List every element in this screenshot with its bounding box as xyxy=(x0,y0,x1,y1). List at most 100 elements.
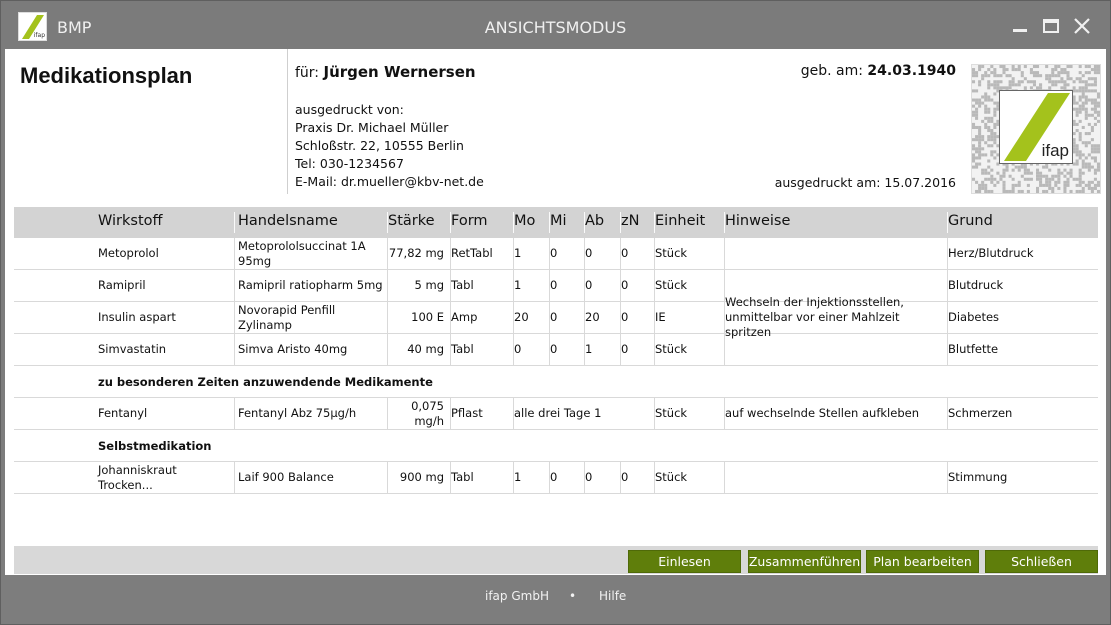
footer: ifap GmbH • Hilfe xyxy=(1,581,1110,611)
cell-form: Pflast xyxy=(451,406,483,420)
title-bar: ifap BMP ANSICHTSMODUS xyxy=(1,1,1110,49)
cell-wirkstoff: Fentanyl xyxy=(98,406,148,420)
company-link[interactable]: ifap GmbH xyxy=(485,589,549,603)
cell-hinweise xyxy=(725,238,945,269)
cell-wirkstoff: Johanniskraut Trocken... xyxy=(98,462,177,492)
cell-divider xyxy=(234,238,235,269)
cell-grund: Stimmung xyxy=(948,470,1008,484)
column-header[interactable]: Handelsname xyxy=(238,213,338,229)
column-divider xyxy=(450,212,451,233)
cell-divider xyxy=(234,334,235,365)
cell-form: Amp xyxy=(451,310,478,324)
section-label: Selbstmedikation xyxy=(98,439,212,453)
column-divider xyxy=(654,212,655,233)
patient-name: Jürgen Wernersen xyxy=(323,63,476,81)
column-header[interactable]: zN xyxy=(621,213,639,229)
cell-grund: Herz/Blutdruck xyxy=(948,246,1034,260)
content-panel: Medikationsplan für: Jürgen Wernersen ge… xyxy=(5,49,1106,575)
einlesen-button[interactable]: Einlesen xyxy=(628,550,741,573)
printed-by-label: ausgedruckt von: xyxy=(295,102,404,117)
cell-einheit: Stück xyxy=(655,342,688,356)
table-row[interactable]: Fentanyl Fentanyl Abz 75µg/h 0,075 mg/h Pfl… xyxy=(14,398,1098,430)
medication-table: Wirkstoff Handelsname Stärke Form Mo Mi Ab zN Ei… xyxy=(14,207,1098,494)
column-divider xyxy=(584,212,585,233)
practice-address: Schloßstr. 22, 10555 Berlin xyxy=(295,138,464,153)
table-header: Wirkstoff Handelsname Stärke Form Mo Mi Ab zN Ei… xyxy=(14,207,1098,238)
column-header[interactable]: Hinweise xyxy=(725,213,790,229)
column-header[interactable]: Form xyxy=(451,213,488,229)
column-divider xyxy=(724,212,725,233)
table-row[interactable]: Simvastatin Simva Aristo 40mg 40 mg Tabl 0 0 1… xyxy=(14,334,1098,366)
cell-handelsname: Fentanyl Abz 75µg/h xyxy=(238,406,357,420)
table-body: Metoprolol Metoprololsuccinat 1A 95mg 77,8… xyxy=(14,238,1098,494)
practice-email: E-Mail: dr.mueller@kbv-net.de xyxy=(295,174,484,189)
cell-form: RetTabl xyxy=(451,246,493,260)
cell-wirkstoff: Insulin aspart xyxy=(98,310,176,324)
printed-date: ausgedruckt am: 15.07.2016 xyxy=(774,175,956,190)
column-divider xyxy=(549,212,550,233)
cell-hinweise: Wechseln der Injektionsstellen, unmittel… xyxy=(725,295,904,339)
cell-grund: Schmerzen xyxy=(948,406,1013,420)
birth-date: geb. am: 24.03.1940 xyxy=(801,63,956,79)
cell-einheit: Stück xyxy=(655,406,688,420)
cell-handelsname: Ramipril ratiopharm 5mg xyxy=(238,278,383,292)
cell-divider xyxy=(234,302,235,333)
cell-mi: 0 xyxy=(550,470,558,484)
cell-grund: Blutdruck xyxy=(948,278,1004,292)
cell-mi: 0 xyxy=(550,310,558,324)
patient-label: für: xyxy=(295,65,320,81)
cell-zn: 0 xyxy=(621,278,629,292)
table-row[interactable]: Johanniskraut Trocken... Laif 900 Balance… xyxy=(14,462,1098,494)
maximize-icon[interactable] xyxy=(1040,15,1062,37)
cell-zn: 0 xyxy=(621,310,629,324)
page-title: Medikationsplan xyxy=(20,63,193,88)
cell-handelsname: Novorapid Penfill Zylinamp xyxy=(238,302,336,332)
printed-by-block: ausgedruckt von: Praxis Dr. Michael Müll… xyxy=(295,101,484,191)
schliessen-button[interactable]: Schließen xyxy=(985,550,1098,573)
table-row[interactable]: Metoprolol Metoprololsuccinat 1A 95mg 77,8… xyxy=(14,238,1098,270)
column-header[interactable]: Wirkstoff xyxy=(98,213,163,229)
cell-form: Tabl xyxy=(451,470,474,484)
column-header[interactable]: Einheit xyxy=(655,213,705,229)
close-icon[interactable] xyxy=(1071,15,1093,37)
cell-staerke: 0,075 mg/h xyxy=(411,398,444,428)
ifap-logo-icon: ifap xyxy=(999,90,1073,164)
help-link[interactable]: Hilfe xyxy=(599,589,626,603)
column-divider xyxy=(513,212,514,233)
cell-ab: 1 xyxy=(585,342,593,356)
cell-staerke: 5 mg xyxy=(414,278,444,292)
column-header[interactable]: Ab xyxy=(585,213,604,229)
cell-handelsname: Simva Aristo 40mg xyxy=(238,342,348,356)
column-divider xyxy=(387,212,388,233)
cell-divider xyxy=(234,462,235,493)
cell-einheit: Stück xyxy=(655,246,688,260)
column-divider xyxy=(234,212,235,233)
cell-wirkstoff: Simvastatin xyxy=(98,342,167,356)
table-row[interactable]: Insulin aspart Novorapid Penfill Zylinamp… xyxy=(14,295,1098,339)
cell-hinweise: auf wechselnde Stellen aufkleben xyxy=(725,406,919,420)
cell-divider xyxy=(234,398,235,429)
column-header[interactable]: Stärke xyxy=(388,213,435,229)
minimize-icon[interactable] xyxy=(1009,15,1031,37)
button-bar: Einlesen Zusammenführen Plan bearbeiten … xyxy=(14,546,1098,574)
qr-logo-text: ifap xyxy=(1041,141,1069,160)
cell-wirkstoff: Metoprolol xyxy=(98,246,159,260)
section-heading: Selbstmedikation xyxy=(14,430,1098,462)
column-header[interactable]: Grund xyxy=(948,213,993,229)
column-header[interactable]: Mi xyxy=(550,213,567,229)
cell-form: Tabl xyxy=(451,342,474,356)
footer-separator: • xyxy=(569,589,577,603)
cell-mo: 1 xyxy=(514,470,522,484)
column-header[interactable]: Mo xyxy=(514,213,535,229)
plan-bearbeiten-button[interactable]: Plan bearbeiten xyxy=(866,550,979,573)
cell-handelsname: Metoprololsuccinat 1A 95mg xyxy=(238,238,366,268)
cell-mo: 1 xyxy=(514,278,522,292)
practice-phone: Tel: 030-1234567 xyxy=(295,156,404,171)
cell-hinweise xyxy=(725,334,945,365)
dob-value: 24.03.1940 xyxy=(867,63,956,79)
cell-zn: 0 xyxy=(621,470,629,484)
cell-mo: 20 xyxy=(514,310,529,324)
section-heading: zu besonderen Zeiten anzuwendende Medika… xyxy=(14,366,1098,398)
cell-ab: 0 xyxy=(585,246,593,260)
zusammenfuehren-button[interactable]: Zusammenführen xyxy=(748,550,861,573)
